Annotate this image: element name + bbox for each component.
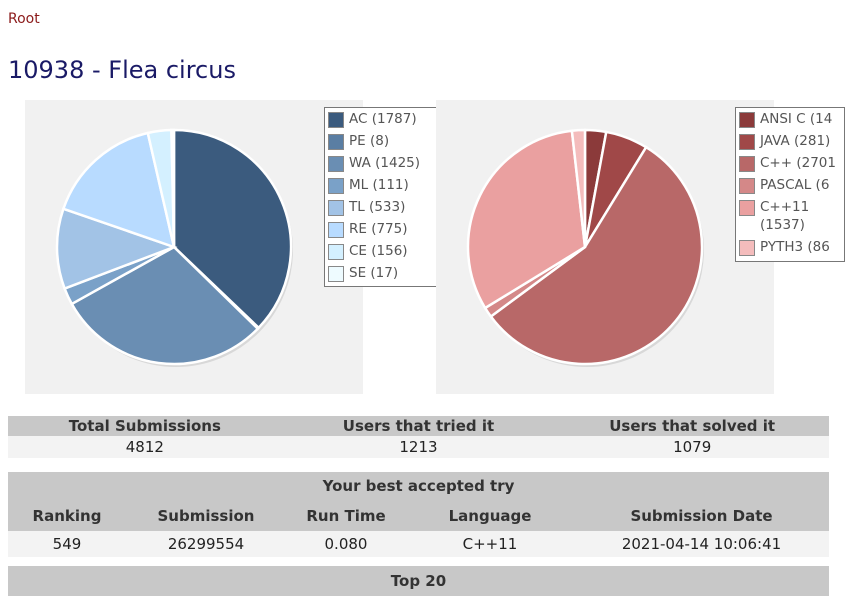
value-language: C++11 bbox=[462, 535, 518, 553]
legend-label: ANSI C (14 bbox=[760, 111, 833, 127]
verdict-legend-item: PE (8) bbox=[328, 132, 441, 150]
language-legend-item: C++11 (1537) bbox=[739, 198, 844, 234]
legend-swatch bbox=[739, 178, 755, 194]
legend-swatch bbox=[328, 178, 344, 194]
legend-swatch bbox=[328, 134, 344, 150]
legend-label: SE (17) bbox=[349, 265, 399, 281]
legend-label: C++11 (1537) bbox=[760, 199, 810, 233]
value-ranking: 549 bbox=[52, 535, 82, 553]
verdict-legend-item: CE (156) bbox=[328, 242, 441, 260]
language-legend-item: ANSI C (14 bbox=[739, 110, 844, 128]
language-legend-item: C++ (2701 bbox=[739, 154, 844, 172]
value-total-submissions: 4812 bbox=[8, 436, 282, 458]
value-users-solved: 1079 bbox=[555, 436, 829, 458]
best-accepted-section: Your best accepted try Ranking Submissio… bbox=[8, 472, 829, 557]
header-language: Language bbox=[448, 507, 532, 525]
legend-label: JAVA (281) bbox=[760, 133, 831, 149]
language-legend-item: JAVA (281) bbox=[739, 132, 844, 150]
legend-swatch bbox=[739, 156, 755, 172]
header-users-solved: Users that solved it bbox=[555, 416, 829, 436]
legend-label: RE (775) bbox=[349, 221, 408, 237]
verdict-legend-item: WA (1425) bbox=[328, 154, 441, 172]
legend-label: AC (1787) bbox=[349, 111, 417, 127]
verdict-legend-item: RE (775) bbox=[328, 220, 441, 238]
stats-table: Total Submissions Users that tried it Us… bbox=[8, 416, 829, 458]
legend-label: PE (8) bbox=[349, 133, 390, 149]
verdict-legend-item: ML (111) bbox=[328, 176, 441, 194]
legend-swatch bbox=[328, 112, 344, 128]
legend-label: ML (111) bbox=[349, 177, 409, 193]
legend-label: TL (533) bbox=[349, 199, 406, 215]
breadcrumb-root[interactable]: Root bbox=[8, 11, 40, 27]
header-run-time: Run Time bbox=[306, 507, 386, 525]
value-submission-date: 2021-04-14 10:06:41 bbox=[621, 535, 782, 553]
legend-swatch bbox=[739, 134, 755, 150]
value-users-tried: 1213 bbox=[281, 436, 556, 458]
value-submission: 26299554 bbox=[167, 535, 245, 553]
legend-swatch bbox=[328, 156, 344, 172]
page-title: 10938 - Flea circus bbox=[8, 56, 236, 84]
header-submission-date: Submission Date bbox=[630, 507, 773, 525]
language-legend-item: PYTH3 (86 bbox=[739, 238, 844, 256]
legend-swatch bbox=[739, 240, 755, 256]
verdict-legend: AC (1787) PE (8) WA (1425) ML (111) TL (533)… bbox=[324, 107, 442, 287]
header-total-submissions: Total Submissions bbox=[8, 416, 282, 436]
verdict-chart-panel bbox=[25, 100, 363, 394]
verdict-legend-item: SE (17) bbox=[328, 264, 441, 282]
best-value-row: 549 26299554 0.080 C++11 2021-04-14 10:0… bbox=[8, 531, 829, 557]
best-header-row: Ranking Submission Run Time Language Sub… bbox=[8, 507, 829, 525]
verdict-legend-item: TL (533) bbox=[328, 198, 441, 216]
top20-header: Top 20 bbox=[8, 566, 829, 596]
verdict-pie-chart bbox=[55, 128, 293, 367]
legend-swatch bbox=[328, 200, 344, 216]
header-ranking: Ranking bbox=[32, 507, 102, 525]
legend-label: PASCAL (6 bbox=[760, 177, 830, 193]
language-chart-panel bbox=[436, 100, 774, 394]
legend-label: PYTH3 (86 bbox=[760, 239, 830, 255]
legend-swatch bbox=[328, 222, 344, 238]
header-submission: Submission bbox=[157, 507, 255, 525]
verdict-legend-item: AC (1787) bbox=[328, 110, 441, 128]
legend-label: CE (156) bbox=[349, 243, 408, 259]
legend-label: C++ (2701 bbox=[760, 155, 836, 171]
language-legend-item: PASCAL (6 bbox=[739, 176, 844, 194]
legend-swatch bbox=[739, 112, 755, 128]
header-users-tried: Users that tried it bbox=[281, 416, 556, 436]
best-accepted-heading: Your best accepted try bbox=[322, 477, 515, 495]
legend-label: WA (1425) bbox=[349, 155, 421, 171]
legend-swatch bbox=[328, 244, 344, 260]
language-pie-chart bbox=[466, 128, 704, 367]
legend-swatch bbox=[739, 200, 755, 216]
legend-swatch bbox=[328, 266, 344, 282]
value-run-time: 0.080 bbox=[324, 535, 368, 553]
language-legend: ANSI C (14 JAVA (281) C++ (2701 PASCAL (6 C+… bbox=[735, 107, 845, 262]
